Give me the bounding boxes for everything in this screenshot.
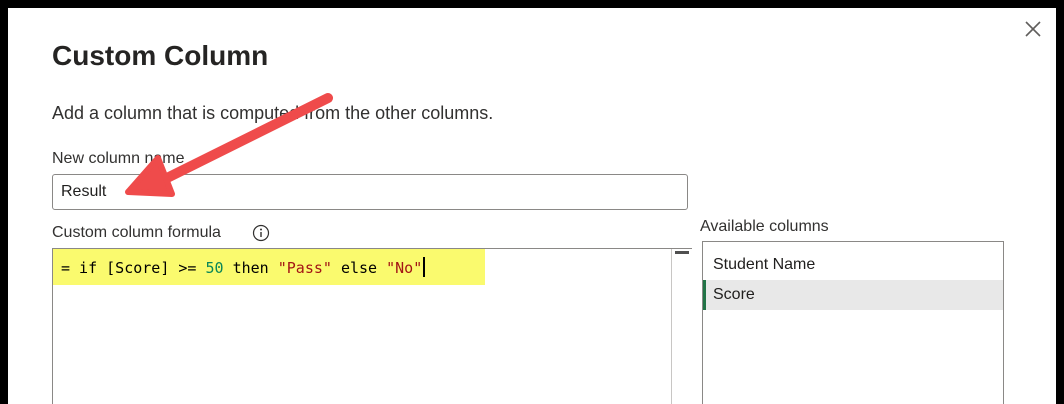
new-column-name-label: New column name [52,150,185,167]
formula-string-token: "No" [386,259,423,277]
info-icon[interactable] [252,224,270,242]
formula-number-token: 50 [205,259,224,277]
scrollbar-thumb[interactable] [675,251,689,254]
formula-editor[interactable]: = if [Score] >= 50 then "Pass" else "No" [52,248,692,404]
available-columns-label: Available columns [700,218,829,235]
new-column-name-input[interactable] [52,174,688,210]
dialog-description: Add a column that is computed from the o… [52,103,494,123]
formula-string-token: "Pass" [277,259,332,277]
available-columns-list: Student Name Score [702,241,1004,404]
formula-scrollbar[interactable] [671,249,692,404]
column-item-student-name[interactable]: Student Name [703,250,1003,280]
formula-text[interactable]: = if [Score] >= 50 then "Pass" else "No" [61,257,426,277]
formula-token: then [223,259,278,277]
custom-column-dialog: Custom Column Add a column that is compu… [8,8,1056,404]
custom-column-formula-label: Custom column formula [52,224,221,241]
close-icon[interactable] [1022,18,1044,40]
text-caret [423,257,426,277]
column-item-score[interactable]: Score [703,280,1003,310]
dialog-title: Custom Column [52,40,269,71]
formula-token: else [331,259,387,277]
formula-token: = if [Score] >= [61,259,206,277]
